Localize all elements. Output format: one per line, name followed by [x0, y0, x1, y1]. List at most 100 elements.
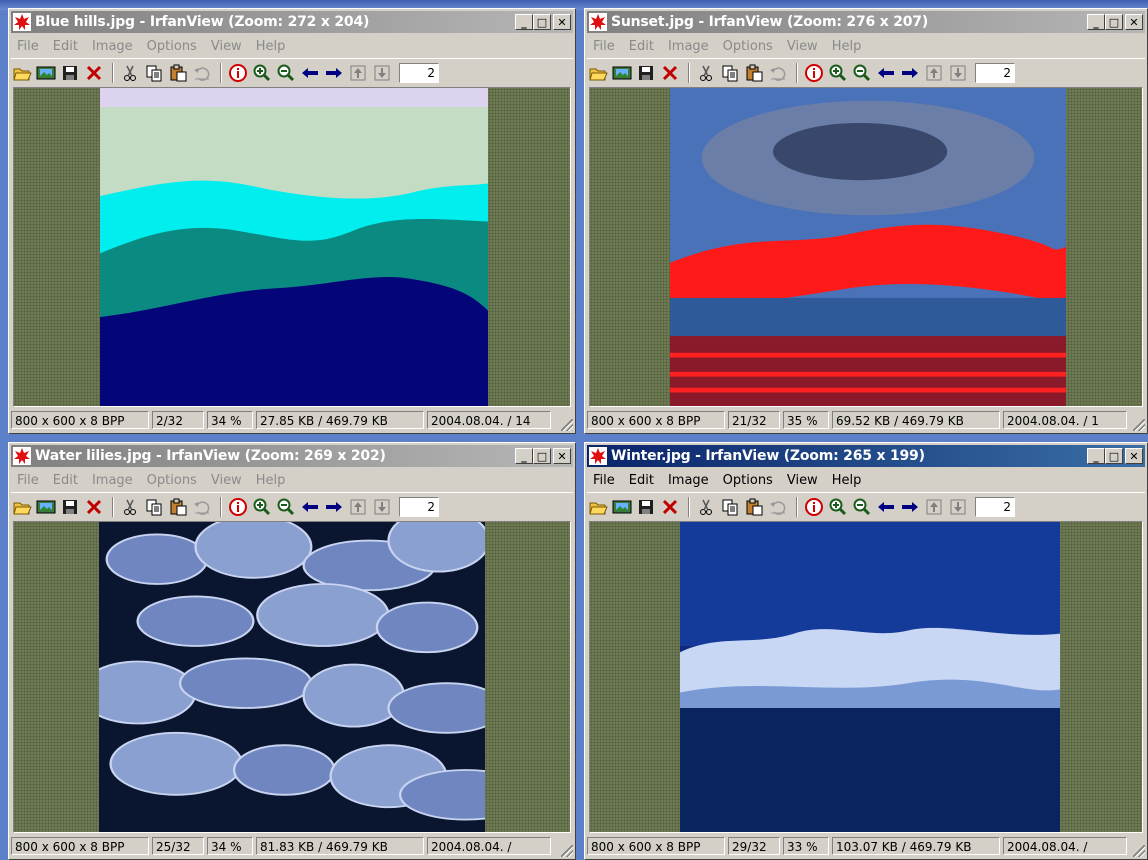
last-page-icon[interactable] — [371, 62, 393, 84]
title-bar[interactable]: Water lilies.jpg - IrfanView (Zoom: 269 … — [11, 445, 573, 467]
menu-edit[interactable]: Edit — [622, 473, 661, 488]
zoom-in-icon[interactable] — [251, 62, 273, 84]
zoom-in-icon[interactable] — [827, 62, 849, 84]
menu-help[interactable]: Help — [249, 473, 293, 488]
menu-options[interactable]: Options — [140, 39, 204, 54]
menu-help[interactable]: Help — [825, 473, 869, 488]
copy-icon[interactable] — [143, 496, 165, 518]
image-viewport[interactable] — [589, 521, 1143, 833]
previous-arrow-icon[interactable] — [875, 496, 897, 518]
irfanview-app-icon[interactable] — [13, 13, 31, 31]
menu-image[interactable]: Image — [661, 39, 716, 54]
previous-arrow-icon[interactable] — [299, 62, 321, 84]
menu-help[interactable]: Help — [825, 39, 869, 54]
window-sunset[interactable]: Sunset.jpg - IrfanView (Zoom: 276 x 207)… — [584, 8, 1148, 434]
zoom-field[interactable]: 2 — [975, 496, 1015, 517]
resize-grip[interactable] — [1133, 845, 1145, 857]
cut-icon[interactable] — [119, 62, 141, 84]
menu-file[interactable]: File — [11, 473, 46, 488]
last-page-icon[interactable] — [947, 496, 969, 518]
info-icon[interactable] — [803, 496, 825, 518]
paste-icon[interactable] — [167, 496, 189, 518]
zoom-out-icon[interactable] — [275, 496, 297, 518]
maximize-button[interactable]: □ — [533, 14, 551, 30]
zoom-field[interactable]: 2 — [399, 62, 439, 83]
open-folder-icon[interactable] — [11, 496, 33, 518]
first-page-icon[interactable] — [347, 62, 369, 84]
irfanview-app-icon[interactable] — [589, 447, 607, 465]
next-arrow-icon[interactable] — [323, 496, 345, 518]
last-page-icon[interactable] — [371, 496, 393, 518]
zoom-in-icon[interactable] — [827, 496, 849, 518]
cut-icon[interactable] — [695, 496, 717, 518]
delete-icon[interactable] — [83, 496, 105, 518]
copy-icon[interactable] — [719, 496, 741, 518]
minimize-button[interactable]: _ — [515, 448, 533, 464]
last-page-icon[interactable] — [947, 62, 969, 84]
undo-icon[interactable] — [767, 62, 789, 84]
save-icon[interactable] — [59, 496, 81, 518]
menu-options[interactable]: Options — [716, 39, 780, 54]
paste-icon[interactable] — [743, 62, 765, 84]
menu-edit[interactable]: Edit — [46, 39, 85, 54]
first-page-icon[interactable] — [347, 496, 369, 518]
delete-icon[interactable] — [659, 496, 681, 518]
previous-arrow-icon[interactable] — [299, 496, 321, 518]
window-blue-hills[interactable]: Blue hills.jpg - IrfanView (Zoom: 272 x … — [8, 8, 576, 434]
next-arrow-icon[interactable] — [899, 496, 921, 518]
menu-view[interactable]: View — [204, 39, 249, 54]
slideshow-icon[interactable] — [611, 496, 633, 518]
zoom-field[interactable]: 2 — [399, 496, 439, 517]
menu-edit[interactable]: Edit — [622, 39, 661, 54]
cut-icon[interactable] — [695, 62, 717, 84]
maximize-button[interactable]: □ — [1105, 448, 1123, 464]
next-arrow-icon[interactable] — [323, 62, 345, 84]
undo-icon[interactable] — [191, 496, 213, 518]
undo-icon[interactable] — [191, 62, 213, 84]
zoom-out-icon[interactable] — [275, 62, 297, 84]
undo-icon[interactable] — [767, 496, 789, 518]
save-icon[interactable] — [635, 496, 657, 518]
slideshow-icon[interactable] — [35, 62, 57, 84]
resize-grip[interactable] — [561, 419, 573, 431]
menu-file[interactable]: File — [587, 39, 622, 54]
title-bar[interactable]: Blue hills.jpg - IrfanView (Zoom: 272 x … — [11, 11, 573, 33]
menu-image[interactable]: Image — [85, 473, 140, 488]
maximize-button[interactable]: □ — [533, 448, 551, 464]
menu-view[interactable]: View — [204, 473, 249, 488]
close-button[interactable]: ✕ — [553, 448, 571, 464]
first-page-icon[interactable] — [923, 62, 945, 84]
save-icon[interactable] — [635, 62, 657, 84]
delete-icon[interactable] — [659, 62, 681, 84]
zoom-in-icon[interactable] — [251, 496, 273, 518]
slideshow-icon[interactable] — [611, 62, 633, 84]
delete-icon[interactable] — [83, 62, 105, 84]
close-button[interactable]: ✕ — [1125, 14, 1143, 30]
info-icon[interactable] — [227, 496, 249, 518]
window-water-lilies[interactable]: Water lilies.jpg - IrfanView (Zoom: 269 … — [8, 442, 576, 860]
info-icon[interactable] — [803, 62, 825, 84]
irfanview-app-icon[interactable] — [13, 447, 31, 465]
menu-view[interactable]: View — [780, 473, 825, 488]
menu-options[interactable]: Options — [716, 473, 780, 488]
open-folder-icon[interactable] — [11, 62, 33, 84]
open-folder-icon[interactable] — [587, 496, 609, 518]
first-page-icon[interactable] — [923, 496, 945, 518]
zoom-out-icon[interactable] — [851, 496, 873, 518]
title-bar[interactable]: Sunset.jpg - IrfanView (Zoom: 276 x 207)… — [587, 11, 1145, 33]
paste-icon[interactable] — [167, 62, 189, 84]
zoom-out-icon[interactable] — [851, 62, 873, 84]
previous-arrow-icon[interactable] — [875, 62, 897, 84]
title-bar[interactable]: Winter.jpg - IrfanView (Zoom: 265 x 199)… — [587, 445, 1145, 467]
paste-icon[interactable] — [743, 496, 765, 518]
menu-image[interactable]: Image — [85, 39, 140, 54]
menu-image[interactable]: Image — [661, 473, 716, 488]
minimize-button[interactable]: _ — [1087, 14, 1105, 30]
minimize-button[interactable]: _ — [515, 14, 533, 30]
save-icon[interactable] — [59, 62, 81, 84]
minimize-button[interactable]: _ — [1087, 448, 1105, 464]
menu-view[interactable]: View — [780, 39, 825, 54]
menu-help[interactable]: Help — [249, 39, 293, 54]
menu-options[interactable]: Options — [140, 473, 204, 488]
copy-icon[interactable] — [719, 62, 741, 84]
